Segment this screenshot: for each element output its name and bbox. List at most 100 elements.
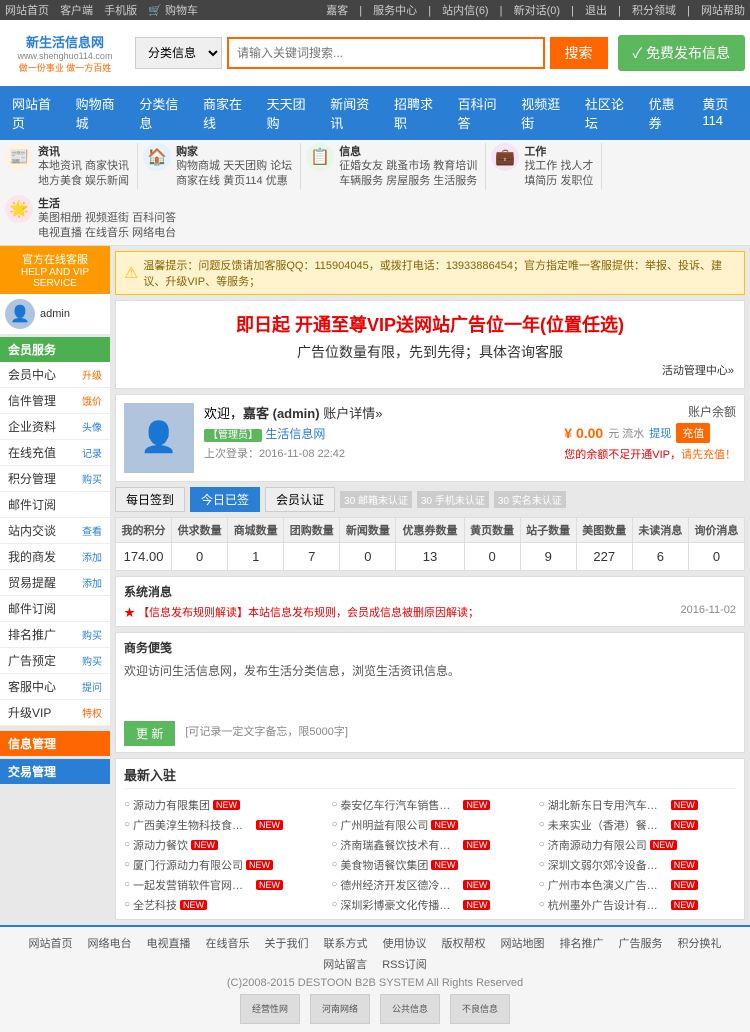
subnav-link-local-news[interactable]: 本地资讯 商家快讯 bbox=[38, 159, 129, 174]
nav-jobs[interactable]: 招聘求职 bbox=[382, 86, 446, 140]
company-link[interactable]: 广西美淳生物科技食品有限 bbox=[133, 817, 253, 833]
footer-link-exchange[interactable]: 积分换礼 bbox=[678, 935, 722, 951]
nav-forum[interactable]: 社区论坛 bbox=[573, 86, 637, 140]
publish-button[interactable]: ✓ 免费发布信息 bbox=[618, 35, 745, 71]
recharge-button[interactable]: 充值 bbox=[676, 423, 710, 443]
company-link[interactable]: 美食物语餐饮集团 bbox=[340, 857, 428, 873]
nav-video[interactable]: 视频逛街 bbox=[509, 86, 573, 140]
sidebar-item-mail-sub[interactable]: 邮件订阅 bbox=[0, 492, 110, 518]
nav-shop[interactable]: 购物商城 bbox=[64, 86, 128, 140]
sidebar-item-promote[interactable]: 排名推广 购买 bbox=[0, 622, 110, 648]
new-badge: NEW bbox=[246, 860, 273, 870]
topbar-link-client[interactable]: 客户端 bbox=[60, 5, 93, 17]
sys-msg-link[interactable]: 【信息发布规则解读】本站信息发布规则，会员成信息被删原因解读； bbox=[138, 607, 479, 619]
company-link[interactable]: 厦门行源动力有限公司 bbox=[133, 857, 243, 873]
company-link[interactable]: 深圳彩博豪文化传播有限公 bbox=[340, 897, 460, 913]
footer-link-about[interactable]: 关于我们 bbox=[265, 935, 309, 951]
topbar-logout[interactable]: 退出 bbox=[585, 5, 607, 17]
company-link[interactable]: 未来实业（香港）餐饮集团 bbox=[548, 817, 668, 833]
topbar-messages[interactable]: 站内信(6) bbox=[442, 5, 488, 17]
company-link[interactable]: 源动力有限集团 bbox=[133, 797, 210, 813]
stats-val-coupon: 13 bbox=[396, 542, 464, 570]
company-link[interactable]: 深圳文弱尔郊冷设备有限公 bbox=[548, 857, 668, 873]
footer-link-rss[interactable]: RSS订阅 bbox=[382, 956, 427, 972]
biz-notepad: 商务便笺 欢迎访问生活信息网，发布生活分类信息，浏览生活资讯信息。 更 新 [可… bbox=[115, 632, 745, 753]
nav-home[interactable]: 网站首页 bbox=[0, 86, 64, 140]
company-link[interactable]: 济南源动力有限公司 bbox=[548, 837, 647, 853]
list-item: ○ 湖北新东日专用汽车有限公 NEW bbox=[539, 797, 736, 813]
company-link[interactable]: 源动力餐饮 bbox=[133, 837, 188, 853]
nav-wiki[interactable]: 百科问答 bbox=[446, 86, 510, 140]
topbar-points[interactable]: 积分领域 bbox=[632, 5, 676, 17]
footer-link-terms[interactable]: 使用协议 bbox=[383, 935, 427, 951]
sidebar-item-profile[interactable]: 企业资料 头像 bbox=[0, 414, 110, 440]
footer-link-sitemap[interactable]: 网站地图 bbox=[501, 935, 545, 951]
footer-link-radio[interactable]: 网络电台 bbox=[88, 935, 132, 951]
company-link[interactable]: 广州市本色演义广告有限公 bbox=[548, 877, 668, 893]
topbar-help[interactable]: 网站帮助 bbox=[701, 5, 745, 17]
footer-link-guestbook[interactable]: 网站留言 bbox=[323, 956, 367, 972]
sidebar-item-recharge[interactable]: 在线充值 记录 bbox=[0, 440, 110, 466]
sidebar-item-vip[interactable]: 升级VIP 特权 bbox=[0, 700, 110, 726]
company-link[interactable]: 广州明益有限公司 bbox=[340, 817, 428, 833]
sidebar-item-order[interactable]: 邮件订阅 bbox=[0, 596, 110, 622]
subnav-link-resume[interactable]: 填简历 发职位 bbox=[524, 174, 593, 189]
promo-corner-link[interactable]: 活动管理中心» bbox=[662, 365, 734, 377]
nav-coupon[interactable]: 优惠券 bbox=[637, 86, 691, 140]
search-button[interactable]: 搜索 bbox=[550, 37, 608, 69]
subnav-link-photo[interactable]: 美图相册 视频逛街 百科问答 bbox=[38, 211, 176, 226]
daily-checkin-button[interactable]: 每日签到 bbox=[115, 487, 185, 512]
subnav-link-merchant[interactable]: 商家在线 黄页114 优惠 bbox=[176, 174, 292, 189]
sidebar-item-support[interactable]: 客服中心 提问 bbox=[0, 674, 110, 700]
nav-news[interactable]: 新闻资讯 bbox=[318, 86, 382, 140]
nav-yellowpage[interactable]: 黄页114 bbox=[690, 86, 750, 140]
sidebar-item-mail[interactable]: 信件管理 饿价 bbox=[0, 388, 110, 414]
topbar-chat[interactable]: 新对话(0) bbox=[514, 5, 560, 17]
topbar-service-center[interactable]: 服务中心 bbox=[373, 5, 417, 17]
sidebar-section-trade: 交易管理 bbox=[0, 759, 110, 784]
vip-link[interactable]: 请先充值！ bbox=[681, 449, 736, 461]
subnav-link-job[interactable]: 找工作 找人才 bbox=[524, 159, 593, 174]
profile-link[interactable]: 账户详情» bbox=[323, 406, 382, 421]
nav-classify[interactable]: 分类信息 bbox=[127, 86, 191, 140]
footer-link-tv[interactable]: 电视直播 bbox=[147, 935, 191, 951]
today-checkin-button[interactable]: 今日已签 bbox=[190, 487, 260, 512]
footer-link-ad[interactable]: 广告服务 bbox=[619, 935, 663, 951]
footer-link-contact[interactable]: 联系方式 bbox=[324, 935, 368, 951]
company-link[interactable]: 湖北新东日专用汽车有限公 bbox=[548, 797, 668, 813]
sidebar-item-points[interactable]: 积分管理 购买 bbox=[0, 466, 110, 492]
footer-link-promote[interactable]: 排名推广 bbox=[560, 935, 604, 951]
subnav-link-tv[interactable]: 电视直播 在线音乐 网络电台 bbox=[38, 226, 176, 241]
sidebar-item-chat[interactable]: 站内交谈 查看 bbox=[0, 518, 110, 544]
sidebar-item-mygoods[interactable]: 我的商发 添加 bbox=[0, 544, 110, 570]
biz-notepad-update-button[interactable]: 更 新 bbox=[124, 721, 175, 746]
company-link[interactable]: 济南瑞鑫餐饮技术有限公司 bbox=[340, 837, 460, 853]
company-link[interactable]: 全艺科技 bbox=[133, 897, 177, 913]
company-link[interactable]: 一起发营销软件官网一起发 bbox=[133, 877, 253, 893]
nav-group[interactable]: 天天团购 bbox=[255, 86, 319, 140]
verify-button[interactable]: 会员认证 bbox=[265, 487, 335, 512]
footer-link-copyright[interactable]: 版权帮权 bbox=[442, 935, 486, 951]
sidebar-item-trade[interactable]: 贸易提醒 添加 bbox=[0, 570, 110, 596]
search-category-select[interactable]: 分类信息 bbox=[135, 37, 222, 69]
topbar-link-cart[interactable]: 🛒 购物车 bbox=[148, 5, 198, 17]
nav-merchant[interactable]: 商家在线 bbox=[191, 86, 255, 140]
subnav-link-vehicle[interactable]: 车辆服务 房屋服务 生活服务 bbox=[339, 174, 477, 189]
subnav-link-mall[interactable]: 购物商城 天天团购 论坛 bbox=[176, 159, 292, 174]
promo-corner[interactable]: 活动管理中心» bbox=[126, 362, 734, 378]
user-company[interactable]: 生活信息网 bbox=[265, 427, 325, 441]
footer-link-home[interactable]: 网站首页 bbox=[29, 935, 73, 951]
subnav-link-dating[interactable]: 征婚女友 跳蚤市场 教育培训 bbox=[339, 159, 477, 174]
company-link[interactable]: 泰安亿车行汽车销售服务有 bbox=[340, 797, 460, 813]
topbar-link-mobile[interactable]: 手机版 bbox=[104, 5, 137, 17]
company-link[interactable]: 杭州墨外广告设计有限公司 bbox=[548, 897, 668, 913]
topbar-link-home[interactable]: 网站首页 bbox=[5, 5, 49, 17]
sidebar-item-ad[interactable]: 广告预定 购买 bbox=[0, 648, 110, 674]
topbar-service[interactable]: 嘉客 bbox=[326, 5, 348, 17]
search-input[interactable] bbox=[227, 37, 545, 69]
withdraw-link[interactable]: 提现 bbox=[649, 425, 671, 441]
company-link[interactable]: 德州经济开发区德冷空调 bbox=[340, 877, 460, 893]
sidebar-item-member-center[interactable]: 会员中心 升级 bbox=[0, 362, 110, 388]
subnav-link-food[interactable]: 地方美食 娱乐新闻 bbox=[38, 174, 129, 189]
footer-link-music[interactable]: 在线音乐 bbox=[206, 935, 250, 951]
